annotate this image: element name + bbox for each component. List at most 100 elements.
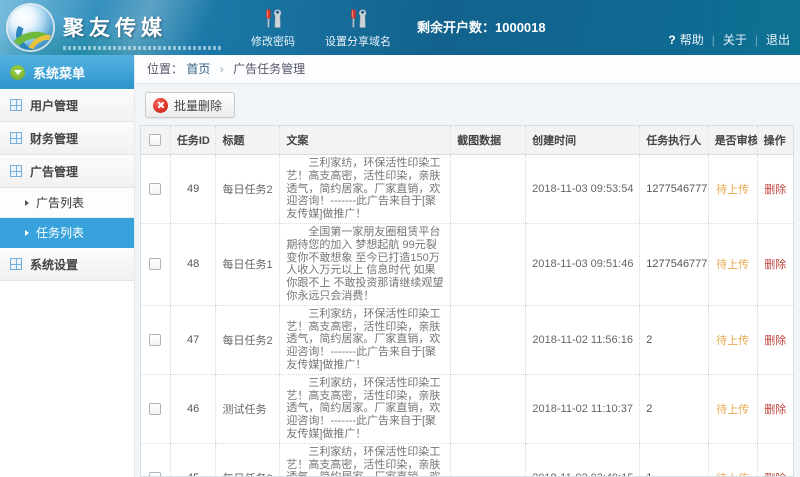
col-header-created: 创建时间 — [525, 126, 640, 155]
delete-link[interactable]: 删除 — [764, 184, 786, 196]
row-checkbox[interactable] — [149, 258, 162, 271]
sidebar-item-ad-management[interactable]: 广告管理 — [0, 155, 134, 188]
task-copy: 三利家纺，环保活性印染工艺！高支高密，活性印染，亲肤透气，简约居家。厂家直销，欢… — [286, 157, 441, 221]
col-header-screenshot: 截图数据 — [450, 126, 526, 155]
table-row: 48 每日任务1 全国第一家朋友圈租赁平台期待您的加入 梦想起航 99元裂变你不… — [141, 223, 793, 306]
brand-subtext-decoration — [63, 45, 221, 50]
select-all-checkbox[interactable] — [149, 134, 162, 147]
sidebar-subitem-label: 广告列表 — [36, 196, 85, 210]
col-header-review: 是否审核 — [707, 126, 758, 155]
delete-link[interactable]: 删除 — [764, 404, 786, 416]
row-checkbox[interactable] — [149, 402, 162, 415]
review-status: 待上传 — [716, 403, 750, 416]
change-password-button[interactable]: 修改密码 — [251, 7, 295, 49]
created-time: 2018-11-02 11:56:16 — [525, 305, 640, 375]
col-header-action: 操作 — [756, 126, 793, 155]
executor: 1 — [639, 443, 709, 476]
row-checkbox[interactable] — [149, 333, 162, 346]
review-status: 待上传 — [716, 334, 750, 347]
table-header-row: 任务ID 标题 文案 截图数据 创建时间 任务执行人 是否审核 操作 — [141, 126, 793, 155]
executor: 1277546777 — [639, 154, 709, 224]
set-share-domain-button[interactable]: 设置分享域名 — [325, 7, 391, 49]
globe-logo-icon — [8, 5, 53, 50]
col-header-title: 标题 — [215, 126, 280, 155]
task-copy: 全国第一家朋友圈租赁平台期待您的加入 梦想起航 99元裂变你不敢想象 至今已打造… — [286, 225, 444, 302]
col-header-copy: 文案 — [279, 126, 451, 155]
sidebar-subitem-ad-list[interactable]: 广告列表 — [0, 188, 134, 218]
sidebar-subitem-task-list[interactable]: 任务列表 — [0, 218, 134, 248]
sidebar-item-user-management[interactable]: 用户管理 — [0, 89, 134, 122]
created-time: 2018-11-02 03:49:15 — [525, 443, 640, 476]
created-time: 2018-11-03 09:51:46 — [525, 223, 640, 306]
task-id: 49 — [169, 154, 216, 224]
sidebar-item-finance-management[interactable]: 财务管理 — [0, 122, 134, 155]
grid-icon — [10, 165, 22, 177]
task-copy: 三利家纺，环保活性印染工艺！高支高密，活性印染，亲肤透气，简约居家。厂家直销，欢… — [286, 445, 441, 476]
row-checkbox[interactable] — [149, 471, 162, 476]
sidebar-item-label: 财务管理 — [30, 131, 79, 146]
help-question-icon: ? — [668, 32, 676, 47]
task-id: 47 — [169, 305, 216, 375]
arrow-right-icon — [25, 229, 29, 236]
review-status: 待上传 — [716, 473, 749, 476]
table-row: 45 每日任务2 三利家纺，环保活性印染工艺！高支高密，活性印染，亲肤透气，简约… — [141, 443, 793, 476]
brand-title: 聚友传媒 — [63, 16, 167, 40]
chevron-down-circle-icon — [10, 64, 25, 80]
task-table: 任务ID 标题 文案 截图数据 创建时间 任务执行人 是否审核 操作 49 每日… — [141, 126, 793, 476]
top-links: ? 帮助 | 关于 | 退出 — [668, 31, 790, 48]
task-title: 测试任务 — [215, 374, 280, 444]
created-time: 2018-11-03 09:53:54 — [525, 154, 640, 224]
breadcrumb-separator: › — [219, 62, 224, 76]
breadcrumb-home-link[interactable]: 首页 — [186, 62, 210, 76]
batch-delete-button[interactable]: 批量删除 — [145, 92, 236, 118]
created-time: 2018-11-02 11:10:37 — [525, 374, 640, 444]
task-title: 每日任务2 — [215, 154, 280, 224]
table-row: 47 每日任务2 三利家纺，环保活性印染工艺！高支高密，活性印染，亲肤透气，简约… — [141, 305, 793, 375]
screenshot-cell — [450, 374, 526, 444]
sidebar-item-system-settings[interactable]: 系统设置 — [0, 248, 134, 281]
review-status: 待上传 — [716, 259, 750, 272]
grid-icon — [10, 99, 22, 111]
task-title: 每日任务2 — [215, 305, 280, 375]
task-copy: 三利家纺，环保活性印染工艺！高支高密，活性印染，亲肤透气，简约居家。厂家直销，欢… — [286, 307, 441, 371]
sidebar: 系统菜单 用户管理 财务管理 广告管理 广告列表 任务列表 系统设置 — [0, 55, 135, 477]
task-title: 每日任务2 — [215, 443, 280, 476]
delete-link[interactable]: 删除 — [764, 259, 786, 271]
toolbar: 批量删除 — [135, 84, 800, 125]
task-id: 48 — [169, 223, 216, 306]
task-id: 45 — [169, 443, 216, 476]
executor: 2 — [639, 305, 709, 375]
breadcrumb-current: 广告任务管理 — [233, 62, 306, 76]
table-row: 46 测试任务 三利家纺，环保活性印染工艺！高支高密，活性印染，亲肤透气，简约居… — [141, 374, 793, 444]
col-header-task-id: 任务ID — [169, 126, 216, 155]
breadcrumb-prefix: 位置： — [147, 62, 184, 76]
tools-icon — [351, 9, 367, 28]
app-window: 聚友传媒 修改密码 设置分享域名 剩余开户数：1000018 ? 帮助 | 关于… — [0, 0, 800, 477]
screenshot-cell — [450, 223, 526, 306]
sidebar-menu-header[interactable]: 系统菜单 — [0, 55, 134, 89]
task-copy: 三利家纺，环保活性印染工艺！高支高密，活性印染，亲肤透气，简约居家。厂家直销，欢… — [286, 376, 441, 440]
delete-link[interactable]: 删除 — [764, 473, 786, 476]
remaining-accounts-label: 剩余开户数：1000018 — [417, 20, 546, 35]
set-share-domain-label: 设置分享域名 — [325, 36, 391, 48]
exit-link[interactable]: 退出 — [766, 31, 790, 48]
row-checkbox[interactable] — [149, 183, 162, 196]
review-status: 待上传 — [716, 183, 750, 196]
sidebar-item-label: 用户管理 — [30, 98, 79, 113]
delete-x-icon — [153, 97, 168, 113]
screenshot-cell — [450, 305, 526, 375]
executor: 2 — [639, 374, 709, 444]
link-separator: | — [711, 32, 715, 47]
grid-icon — [10, 132, 22, 144]
breadcrumb: 位置： 首页 › 广告任务管理 — [135, 55, 800, 84]
sidebar-item-label: 广告管理 — [30, 164, 79, 179]
delete-link[interactable]: 删除 — [764, 335, 786, 347]
sidebar-item-label: 系统设置 — [30, 257, 79, 272]
batch-delete-label: 批量删除 — [174, 98, 223, 113]
about-link[interactable]: 关于 — [723, 31, 747, 48]
help-link[interactable]: 帮助 — [680, 31, 704, 48]
tools-icon — [266, 9, 282, 28]
task-title: 每日任务1 — [215, 223, 280, 306]
content-area: 位置： 首页 › 广告任务管理 批量删除 任务ID 标题 文案 截图数据 创建时… — [135, 55, 800, 477]
executor: 1277546777 — [639, 223, 709, 306]
